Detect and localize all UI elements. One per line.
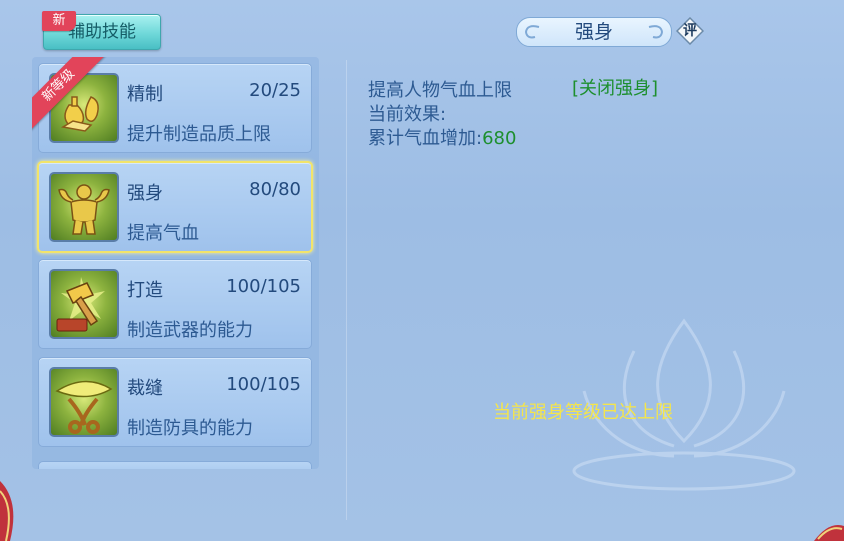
skill-desc: 制造武器的能力 [127,320,253,341]
panel-divider [346,60,347,520]
skill-name: 强身 [127,183,163,204]
rate-button[interactable]: 评 [675,16,705,46]
skill-card-tailoring[interactable]: 裁缝 100/105 制造防具的能力 [38,357,312,447]
detail-title: 强身 [516,17,672,47]
max-level-message: 当前强身等级已达上限 [493,402,673,423]
skill-desc: 提升制造品质上限 [127,124,271,145]
corner-ornament-right [814,525,844,541]
background-lotus-decoration [572,318,796,491]
skill-name: 裁缝 [127,378,163,399]
skill-card-forging[interactable]: 打造 100/105 制造武器的能力 [38,259,312,349]
cumulative-hp-line: 累计气血增加:680 [368,124,516,150]
skill-list[interactable]: 精制 20/25 提升制造品质上限 强身 80/80 提高气血 打造 100/1… [32,57,319,469]
skill-card-strength[interactable]: 强身 80/80 提高气血 [37,161,313,253]
title-curl-left-icon [524,25,540,39]
skill-name: 精制 [127,84,163,105]
detail-title-text: 强身 [574,21,613,43]
cumulative-hp-label: 累计气血增加: [368,128,483,149]
skill-level: 80/80 [249,179,301,200]
current-effect-label: 当前效果: [368,104,447,125]
rate-label: 评 [683,23,697,39]
strength-icon [49,172,119,242]
hammer-icon [49,269,119,339]
skill-level: 100/105 [226,276,301,297]
skill-name: 打造 [127,280,163,301]
skill-desc: 制造防具的能力 [127,418,253,439]
title-curl-right-icon [648,25,664,39]
close-strength-link[interactable]: [关闭强身] [572,74,658,100]
skill-card-partial[interactable] [38,461,312,469]
skill-level: 20/25 [249,80,301,101]
skill-desc: 提高气血 [127,223,199,244]
skill-level: 100/105 [226,374,301,395]
detail-description: 提高人物气血上限 [368,80,512,101]
new-badge: 新 [42,11,76,31]
scissors-icon [49,367,119,437]
cumulative-hp-value: 680 [482,128,517,149]
corner-ornament-left [0,481,14,541]
